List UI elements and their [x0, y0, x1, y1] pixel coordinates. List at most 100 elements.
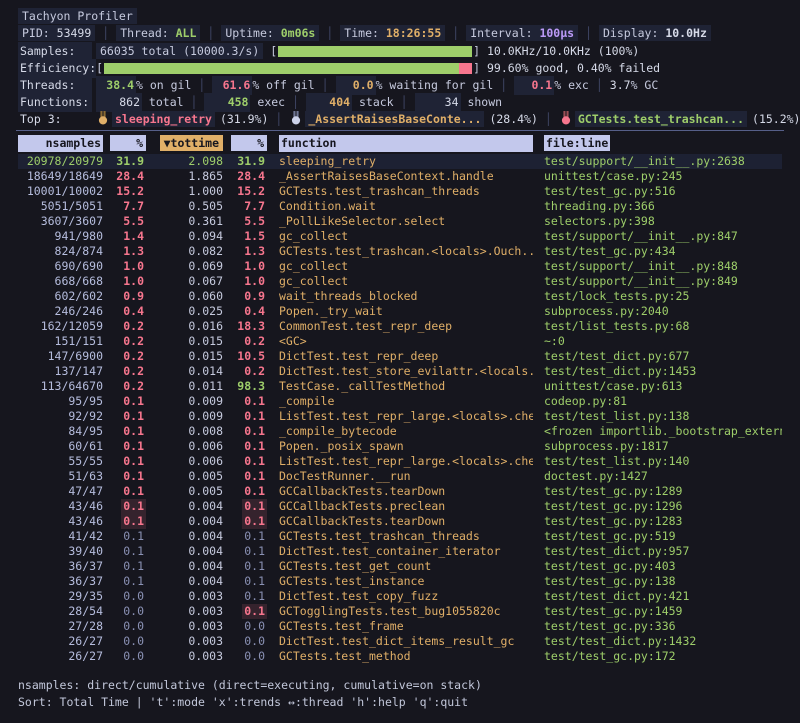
display-value: 10.0Hz — [665, 26, 707, 40]
thread-field[interactable]: Thread: ALL — [116, 25, 200, 41]
function-row[interactable]: 43/460.10.0040.1GCCallbackTests.tearDown… — [18, 514, 782, 529]
top1-function[interactable]: sleeping_retry — [112, 111, 215, 127]
top2-function[interactable]: _AssertRaisesBaseConte... — [305, 111, 484, 127]
file-line-cell: ~:0 — [533, 334, 782, 349]
function-row[interactable]: 151/1510.20.0150.2<GC>~:0 — [18, 334, 782, 349]
function-name-cell: _AssertRaisesBaseContext.handle — [267, 169, 533, 184]
file-line-cell: test/support/__init__.py:849 — [533, 274, 782, 289]
function-name-cell: GCTests.test_method — [267, 649, 533, 664]
direct-pct-cell: 0.1 — [103, 484, 146, 499]
time-value: 18:26:55 — [386, 26, 441, 40]
nsamples-cell: 113/64670 — [18, 379, 103, 394]
function-row[interactable]: 137/1470.20.0140.2DictTest.test_store_ev… — [18, 364, 782, 379]
function-row[interactable]: 690/6901.00.0691.0gc_collecttest/support… — [18, 259, 782, 274]
file-line-cell: codeop.py:81 — [533, 394, 782, 409]
divider: │ — [102, 26, 109, 40]
function-row[interactable]: 36/370.10.0040.1GCTests.test_instancetes… — [18, 574, 782, 589]
bracket-open: [ — [96, 61, 103, 75]
file-line-cell: test/test_gc.py:1296 — [533, 499, 782, 514]
function-row[interactable]: 43/460.10.0040.1GCCallbackTests.preclean… — [18, 499, 782, 514]
function-row[interactable]: 51/630.10.0050.1DocTestRunner.__rundocte… — [18, 469, 782, 484]
function-row[interactable]: 824/8741.30.0821.3GCTests.test_trashcan.… — [18, 244, 782, 259]
tottime-cell: 1.000 — [146, 184, 223, 199]
file-line-cell: threading.py:366 — [533, 199, 782, 214]
tottime-cell: 0.008 — [146, 424, 223, 439]
function-row[interactable]: 3607/36075.50.3615.5_PollLikeSelector.se… — [18, 214, 782, 229]
divider: │ — [545, 112, 552, 126]
on-gil-suffix: % on gil — [136, 78, 191, 92]
function-row[interactable]: 84/950.10.0080.1_compile_bytecode<frozen… — [18, 424, 782, 439]
direct-pct-cell: 0.1 — [103, 574, 146, 589]
function-row[interactable]: 36/370.10.0040.1GCTests.test_get_countte… — [18, 559, 782, 574]
efficiency-bar-failed — [459, 63, 472, 74]
direct-pct-cell: 0.1 — [103, 499, 146, 514]
function-name-cell: CommonTest.test_repr_deep — [267, 319, 533, 334]
cumulative-pct-cell: 0.2 — [223, 364, 267, 379]
function-row[interactable]: 26/270.00.0030.0DictTest.test_dict_items… — [18, 634, 782, 649]
direct-pct-cell: 0.1 — [103, 529, 146, 544]
function-row[interactable]: 246/2460.40.0250.4Popen._try_waitsubproc… — [18, 304, 782, 319]
file-line-cell: doctest.py:1427 — [533, 469, 782, 484]
function-row[interactable]: 92/920.10.0090.1ListTest.test_repr_large… — [18, 409, 782, 424]
function-row[interactable]: 5051/50517.70.5057.7Condition.waitthread… — [18, 199, 782, 214]
column-header-file-line[interactable]: file:line — [533, 135, 782, 152]
column-header-nsamples[interactable]: nsamples — [18, 135, 103, 152]
function-row[interactable]: 18649/1864928.41.86528.4_AssertRaisesBas… — [18, 169, 782, 184]
cumulative-pct-cell: 0.1 — [223, 529, 267, 544]
function-row[interactable]: 113/646700.20.01198.3TestCase._callTestM… — [18, 379, 782, 394]
top3-pct: (15.2%) — [752, 112, 800, 126]
file-line-cell: test/test_list.py:138 — [533, 409, 782, 424]
function-row[interactable]: 28/540.00.0030.1GCTogglingTests.test_bug… — [18, 604, 782, 619]
nsamples-cell: 147/6900 — [18, 349, 103, 364]
interval-value: 100µs — [539, 26, 574, 40]
function-row[interactable]: 26/270.00.0030.0GCTests.test_methodtest/… — [18, 649, 782, 664]
nsamples-cell: 60/61 — [18, 439, 103, 454]
off-gil-suffix: % off gil — [252, 78, 314, 92]
function-row[interactable]: 41/420.10.0040.1GCTests.test_trashcan_th… — [18, 529, 782, 544]
direct-pct-cell: 0.2 — [103, 364, 146, 379]
tachyon-profiler-window: Tachyon Profiler PID: 53499│Thread: ALL│… — [0, 0, 800, 711]
nsamples-cell: 41/42 — [18, 529, 103, 544]
tottime-cell: 0.004 — [146, 559, 223, 574]
footer: nsamples: direct/cumulative (direct=exec… — [18, 677, 782, 711]
nsamples-cell: 47/47 — [18, 484, 103, 499]
function-name-cell: Popen._try_wait — [267, 304, 533, 319]
function-row[interactable]: 10001/1000215.21.00015.2GCTests.test_tra… — [18, 184, 782, 199]
column-header-cumulative-pct[interactable]: % — [223, 135, 267, 152]
function-row[interactable]: 162/120590.20.01618.3CommonTest.test_rep… — [18, 319, 782, 334]
function-row[interactable]: 29/350.00.0030.1DictTest.test_copy_fuzzt… — [18, 589, 782, 604]
cumulative-pct-cell: 0.1 — [223, 424, 267, 439]
function-row[interactable]: 27/280.00.0030.0GCTests.test_frametest/t… — [18, 619, 782, 634]
thread-label: Thread: — [120, 26, 168, 40]
divider: │ — [292, 95, 299, 109]
tottime-cell: 0.009 — [146, 409, 223, 424]
function-name-cell: _compile — [267, 394, 533, 409]
nsamples-cell: 690/690 — [18, 259, 103, 274]
function-row[interactable]: 147/69000.20.01510.5DictTest.test_repr_d… — [18, 349, 782, 364]
direct-pct-cell: 0.1 — [103, 469, 146, 484]
direct-pct-cell: 0.0 — [103, 604, 146, 619]
function-name-cell: sleeping_retry — [267, 154, 533, 169]
tottime-cell: 0.015 — [146, 349, 223, 364]
column-header-function[interactable]: function — [279, 135, 533, 152]
direct-pct-cell: 31.9 — [103, 154, 146, 169]
function-row[interactable]: 95/950.10.0090.1_compilecodeop.py:81 — [18, 394, 782, 409]
cumulative-pct-cell: 0.1 — [223, 559, 267, 574]
tottime-cell: 0.014 — [146, 364, 223, 379]
function-row[interactable]: 39/400.10.0040.1DictTest.test_container_… — [18, 544, 782, 559]
function-row[interactable]: 60/610.10.0060.1Popen._posix_spawnsubpro… — [18, 439, 782, 454]
column-header-direct-pct[interactable]: % — [103, 135, 146, 152]
function-row[interactable]: 941/9801.40.0941.5gc_collecttest/support… — [18, 229, 782, 244]
function-name-cell: GCCallbackTests.tearDown — [267, 484, 533, 499]
column-header-tottime[interactable]: ▼tottime — [146, 135, 223, 152]
function-row[interactable]: 602/6020.90.0600.9wait_threads_blockedte… — [18, 289, 782, 304]
nsamples-cell: 92/92 — [18, 409, 103, 424]
function-row[interactable]: 47/470.10.0050.1GCCallbackTests.tearDown… — [18, 484, 782, 499]
tottime-cell: 0.006 — [146, 439, 223, 454]
top3-function[interactable]: GCTests.test_trashcan... — [575, 111, 747, 127]
function-row[interactable]: 20978/2097931.92.09831.9sleeping_retryte… — [18, 154, 782, 169]
function-row[interactable]: 668/6681.00.0671.0gc_collecttest/support… — [18, 274, 782, 289]
direct-pct-cell: 0.1 — [103, 439, 146, 454]
function-row[interactable]: 55/550.10.0060.1ListTest.test_repr_large… — [18, 454, 782, 469]
nsamples-cell: 39/40 — [18, 544, 103, 559]
